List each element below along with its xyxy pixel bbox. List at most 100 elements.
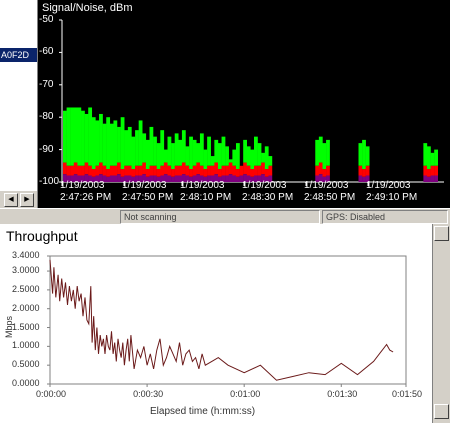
arrow-left-icon[interactable]: ◀ xyxy=(4,193,18,207)
noise-bar xyxy=(113,165,118,176)
noise-bar xyxy=(203,169,208,177)
noise-bar xyxy=(235,169,240,177)
signal-bar xyxy=(322,143,327,170)
noise-bar xyxy=(135,165,139,176)
noise-bar xyxy=(268,165,273,176)
signal-bar xyxy=(63,110,67,163)
noise-bar xyxy=(189,169,193,177)
signal-bar xyxy=(88,107,93,166)
signal-x-tick-label: 1/19/2003 2:48:50 PM xyxy=(304,180,356,203)
noise-bar xyxy=(217,169,222,177)
signal-x-tick-label: 1/19/2003 2:48:30 PM xyxy=(242,180,294,203)
noise-bar xyxy=(261,162,266,175)
signal-bar xyxy=(268,156,273,166)
signal-bar xyxy=(99,113,103,163)
throughput-x-tick-label: 0:00:30 xyxy=(133,389,164,399)
noise-bar xyxy=(131,169,136,177)
noise-bar-low xyxy=(358,175,363,182)
signal-bar xyxy=(243,139,247,163)
signal-bar xyxy=(95,120,100,166)
throughput-panel: Throughput Mbps 0.0000 0.5000 1.0000 1.5000… xyxy=(0,224,432,423)
noise-bar xyxy=(232,165,237,176)
signal-bar xyxy=(131,136,136,170)
selected-device-label[interactable]: A0F2D xyxy=(0,48,37,62)
noise-bar-low xyxy=(426,176,431,182)
noise-bar xyxy=(362,169,366,177)
signal-bar xyxy=(318,136,323,163)
signal-bar xyxy=(124,130,129,166)
noise-bar xyxy=(81,165,85,176)
signal-bar xyxy=(235,143,240,170)
vertical-scrollbar[interactable] xyxy=(432,224,450,423)
noise-bar xyxy=(70,165,75,176)
signal-bar xyxy=(434,149,438,166)
noise-bar xyxy=(254,165,258,176)
noise-bar xyxy=(228,162,233,175)
noise-bar xyxy=(315,165,320,176)
signal-bar xyxy=(181,130,186,163)
signal-bar xyxy=(149,126,154,166)
throughput-x-tick-label: 0:00:00 xyxy=(36,389,67,399)
signal-bar xyxy=(70,107,75,166)
throughput-title: Throughput xyxy=(6,228,78,244)
noise-bar xyxy=(239,165,244,176)
signal-bar xyxy=(365,146,370,166)
signal-bar xyxy=(196,143,201,163)
noise-bar xyxy=(91,169,96,177)
noise-bar-low xyxy=(235,176,240,182)
scroll-up-button[interactable] xyxy=(434,226,449,241)
signal-bar xyxy=(135,130,139,166)
noise-bar xyxy=(207,165,211,176)
signal-bar xyxy=(106,117,111,170)
noise-bar xyxy=(120,169,125,177)
noise-bar-low xyxy=(117,174,121,182)
noise-bar xyxy=(106,169,111,177)
signal-bar xyxy=(261,152,266,163)
signal-bar xyxy=(203,149,208,170)
noise-bar xyxy=(358,165,363,176)
signal-bar xyxy=(358,143,363,166)
noise-bar xyxy=(95,165,100,176)
noise-bar xyxy=(243,162,247,175)
throughput-y-tick-label: 3.4000 xyxy=(12,250,40,260)
signal-bar xyxy=(430,152,435,166)
noise-bar xyxy=(210,165,215,176)
noise-bar-low xyxy=(232,175,237,182)
signal-y-tick-label: -100 xyxy=(39,176,60,187)
noise-bar xyxy=(109,165,114,176)
noise-bar xyxy=(199,165,204,176)
signal-bar xyxy=(153,136,157,166)
status-bar: Not scanning GPS: Disabled xyxy=(0,208,450,224)
noise-bar xyxy=(153,165,157,176)
throughput-x-tick-label: 0:01:50 xyxy=(392,389,423,399)
noise-bar-low xyxy=(174,175,179,182)
signal-x-tick-label: 1/19/2003 2:49:10 PM xyxy=(366,180,418,203)
signal-bar xyxy=(326,139,330,166)
scroll-down-button[interactable] xyxy=(434,404,449,419)
signal-bar xyxy=(109,123,114,166)
noise-bar xyxy=(430,165,435,176)
noise-bar xyxy=(178,165,183,176)
noise-bar xyxy=(73,162,78,175)
signal-bar xyxy=(127,126,132,166)
device-list-panel: A0F2D ◀ ▶ xyxy=(0,0,38,208)
gps-status: GPS: Disabled xyxy=(322,210,448,224)
signal-bar xyxy=(66,107,71,166)
signal-bar xyxy=(214,139,219,163)
noise-bar xyxy=(88,165,93,176)
throughput-line xyxy=(49,259,394,381)
noise-bar xyxy=(322,169,327,177)
signal-y-tick-label: -80 xyxy=(39,111,54,123)
signal-bar xyxy=(120,117,125,170)
signal-bar xyxy=(362,139,366,170)
noise-bar xyxy=(163,162,168,175)
noise-bar xyxy=(318,162,323,175)
arrow-right-icon[interactable]: ▶ xyxy=(20,193,34,207)
signal-bar xyxy=(138,120,143,166)
signal-x-tick-label: 1/19/2003 2:48:10 PM xyxy=(180,180,232,203)
signal-bar xyxy=(81,110,85,166)
signal-bar xyxy=(232,149,237,166)
noise-bar xyxy=(124,165,129,176)
noise-bar xyxy=(365,165,370,176)
signal-bar xyxy=(102,123,107,166)
